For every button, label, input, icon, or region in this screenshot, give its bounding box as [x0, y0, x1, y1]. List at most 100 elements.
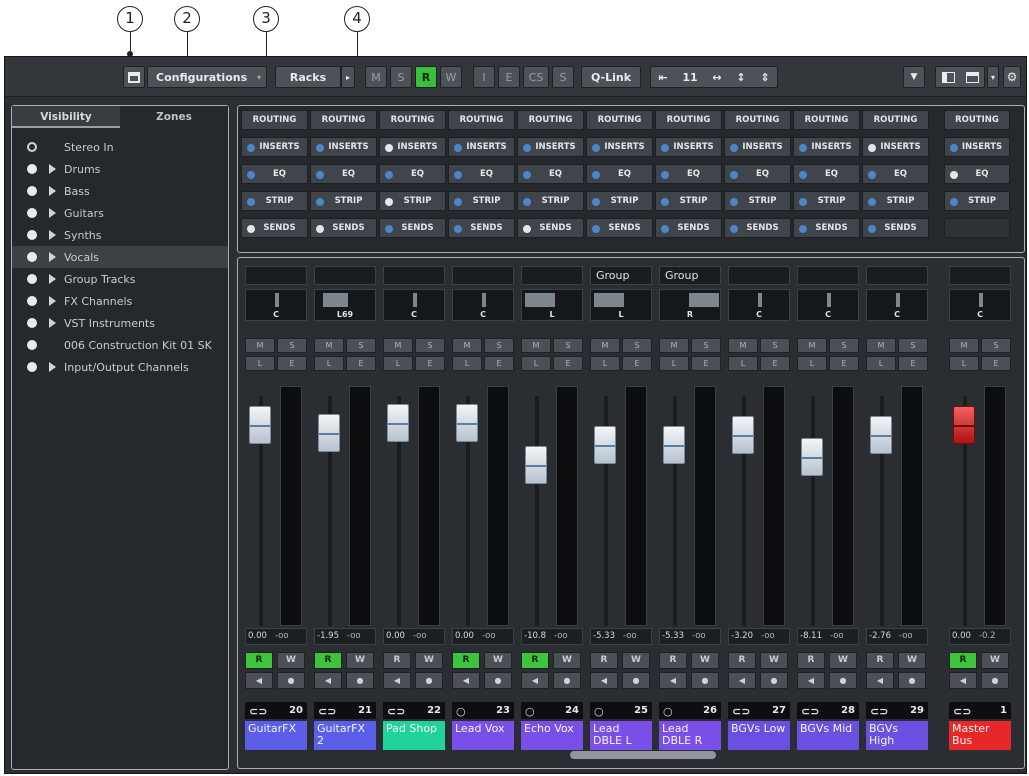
fader-handle[interactable] — [249, 406, 271, 444]
rack-power-led-icon[interactable] — [385, 144, 393, 152]
expand-triangle-icon[interactable] — [49, 252, 56, 262]
record-enable-button[interactable]: ● — [484, 672, 512, 689]
gain-readout[interactable]: 0.00 -oo — [452, 628, 514, 645]
write-automation-button[interactable]: W — [829, 652, 857, 669]
rack-eq-button[interactable]: EQ — [944, 164, 1010, 184]
channel-name[interactable]: BGVs Low — [728, 721, 790, 750]
fader-handle[interactable] — [456, 404, 478, 442]
fader-handle[interactable] — [387, 404, 409, 442]
channel-name[interactable]: Master Bus — [949, 721, 1011, 750]
gain-readout[interactable]: -1.95 -oo — [314, 628, 376, 645]
rack-power-led-icon[interactable] — [316, 171, 324, 179]
rack-power-led-icon[interactable] — [799, 198, 807, 206]
rack-inserts-button[interactable]: INSERTS — [379, 137, 446, 157]
rack-routing-button[interactable]: ROUTING — [517, 110, 584, 130]
rack-strip-button[interactable]: STRIP — [517, 191, 584, 211]
visibility-item[interactable]: Drums — [12, 158, 228, 180]
rack-power-led-icon[interactable] — [592, 171, 600, 179]
monitor-button[interactable]: ◀ — [314, 672, 342, 689]
gain-readout[interactable]: -2.76 -oo — [866, 628, 928, 645]
monitor-button[interactable]: ◀ — [949, 672, 977, 689]
monitor-button[interactable]: ◀ — [245, 672, 273, 689]
rack-power-led-icon[interactable] — [868, 171, 876, 179]
rack-sends-button[interactable] — [944, 218, 1010, 238]
record-enable-button[interactable]: ● — [898, 672, 926, 689]
channel-m-button[interactable]: M — [728, 338, 758, 353]
record-enable-button[interactable]: ● — [691, 672, 719, 689]
channel-listen-button[interactable]: L — [590, 356, 620, 371]
gain-readout[interactable]: -5.33 -oo — [590, 628, 652, 645]
channel-edit-button[interactable]: E — [691, 356, 721, 371]
record-enable-button[interactable]: ● — [829, 672, 857, 689]
monitor-button[interactable]: ◀ — [866, 672, 894, 689]
rack-power-led-icon[interactable] — [592, 225, 600, 233]
read-automation-button[interactable]: R — [797, 652, 825, 669]
rack-sends-button[interactable]: SENDS — [586, 218, 653, 238]
channel-m-button[interactable]: M — [866, 338, 896, 353]
rack-power-led-icon[interactable] — [730, 171, 738, 179]
rack-power-led-icon[interactable] — [316, 225, 324, 233]
channel-edit-button[interactable]: E — [346, 356, 376, 371]
channel-name[interactable]: GuitarFX — [245, 721, 307, 750]
write-automation-button[interactable]: W — [346, 652, 374, 669]
visibility-item[interactable]: VST Instruments — [12, 312, 228, 334]
window-layout-button[interactable] — [935, 66, 985, 88]
fader-handle[interactable] — [732, 416, 754, 454]
write-automation-button[interactable]: W — [898, 652, 926, 669]
rack-sends-button[interactable]: SENDS — [241, 218, 308, 238]
rack-power-led-icon[interactable] — [523, 144, 531, 152]
rack-strip-button[interactable]: STRIP — [310, 191, 377, 211]
visibility-item[interactable]: Synths — [12, 224, 228, 246]
rack-power-led-icon[interactable] — [523, 198, 531, 206]
write-automation-button[interactable]: W — [277, 652, 305, 669]
visibility-item[interactable]: Group Tracks — [12, 268, 228, 290]
rack-power-led-icon[interactable] — [592, 198, 600, 206]
rack-power-led-icon[interactable] — [661, 225, 669, 233]
rack-eq-button[interactable]: EQ — [793, 164, 860, 184]
gain-readout[interactable]: -3.20 -oo — [728, 628, 790, 645]
expand-triangle-icon[interactable] — [49, 296, 56, 306]
rack-power-led-icon[interactable] — [592, 144, 600, 152]
expand-triangle-icon[interactable] — [49, 208, 56, 218]
gain-readout[interactable]: -8.11 -oo — [797, 628, 859, 645]
channel-listen-button[interactable]: L — [797, 356, 827, 371]
gain-readout[interactable]: -10.8 -oo — [521, 628, 583, 645]
channel-s-button[interactable]: S — [277, 338, 307, 353]
rack-eq-button[interactable]: EQ — [517, 164, 584, 184]
monitor-button[interactable]: ◀ — [521, 672, 549, 689]
channel-edit-button[interactable]: E — [277, 356, 307, 371]
settings-gear-icon[interactable]: ⚙ — [1003, 66, 1021, 88]
gain-readout[interactable]: 0.00 -0.2 — [949, 628, 1011, 645]
channel-name[interactable]: GuitarFX 2 — [314, 721, 376, 750]
rack-routing-button[interactable]: ROUTING — [724, 110, 791, 130]
channel-name[interactable]: BGVs High — [866, 721, 928, 750]
visibility-item[interactable]: Guitars — [12, 202, 228, 224]
pan-control[interactable]: C — [383, 289, 445, 321]
visibility-item[interactable]: Bass — [12, 180, 228, 202]
monitor-button[interactable]: ◀ — [590, 672, 618, 689]
pan-control[interactable]: L — [521, 289, 583, 321]
rack-strip-button[interactable]: STRIP — [586, 191, 653, 211]
write-automation-button[interactable]: W — [760, 652, 788, 669]
channel-m-button[interactable]: M — [383, 338, 413, 353]
gain-readout[interactable]: -5.33 -oo — [659, 628, 721, 645]
rack-routing-button[interactable]: ROUTING — [241, 110, 308, 130]
fader-handle[interactable] — [801, 438, 823, 476]
channel-edit-button[interactable]: E — [829, 356, 859, 371]
rack-power-led-icon[interactable] — [661, 144, 669, 152]
visibility-dot-icon[interactable] — [27, 208, 37, 218]
rack-inserts-button[interactable]: INSERTS — [793, 137, 860, 157]
rack-power-led-icon[interactable] — [950, 144, 958, 152]
channel-s-button[interactable]: S — [484, 338, 514, 353]
rack-power-led-icon[interactable] — [316, 144, 324, 152]
channel-zoom-control[interactable]: ⇤ 11 ↔ ↕ ⇕ — [650, 66, 778, 88]
monitor-button[interactable]: ◀ — [728, 672, 756, 689]
expand-triangle-icon[interactable] — [49, 274, 56, 284]
layout-dropdown-button[interactable]: ▾ — [987, 66, 999, 88]
channel-s-button[interactable]: S — [346, 338, 376, 353]
write-automation-button[interactable]: W — [691, 652, 719, 669]
horizontal-scrollbar[interactable] — [570, 751, 716, 759]
visibility-item[interactable]: Vocals — [12, 246, 228, 268]
visibility-dot-icon[interactable] — [27, 274, 37, 284]
channel-edit-button[interactable]: E — [898, 356, 928, 371]
